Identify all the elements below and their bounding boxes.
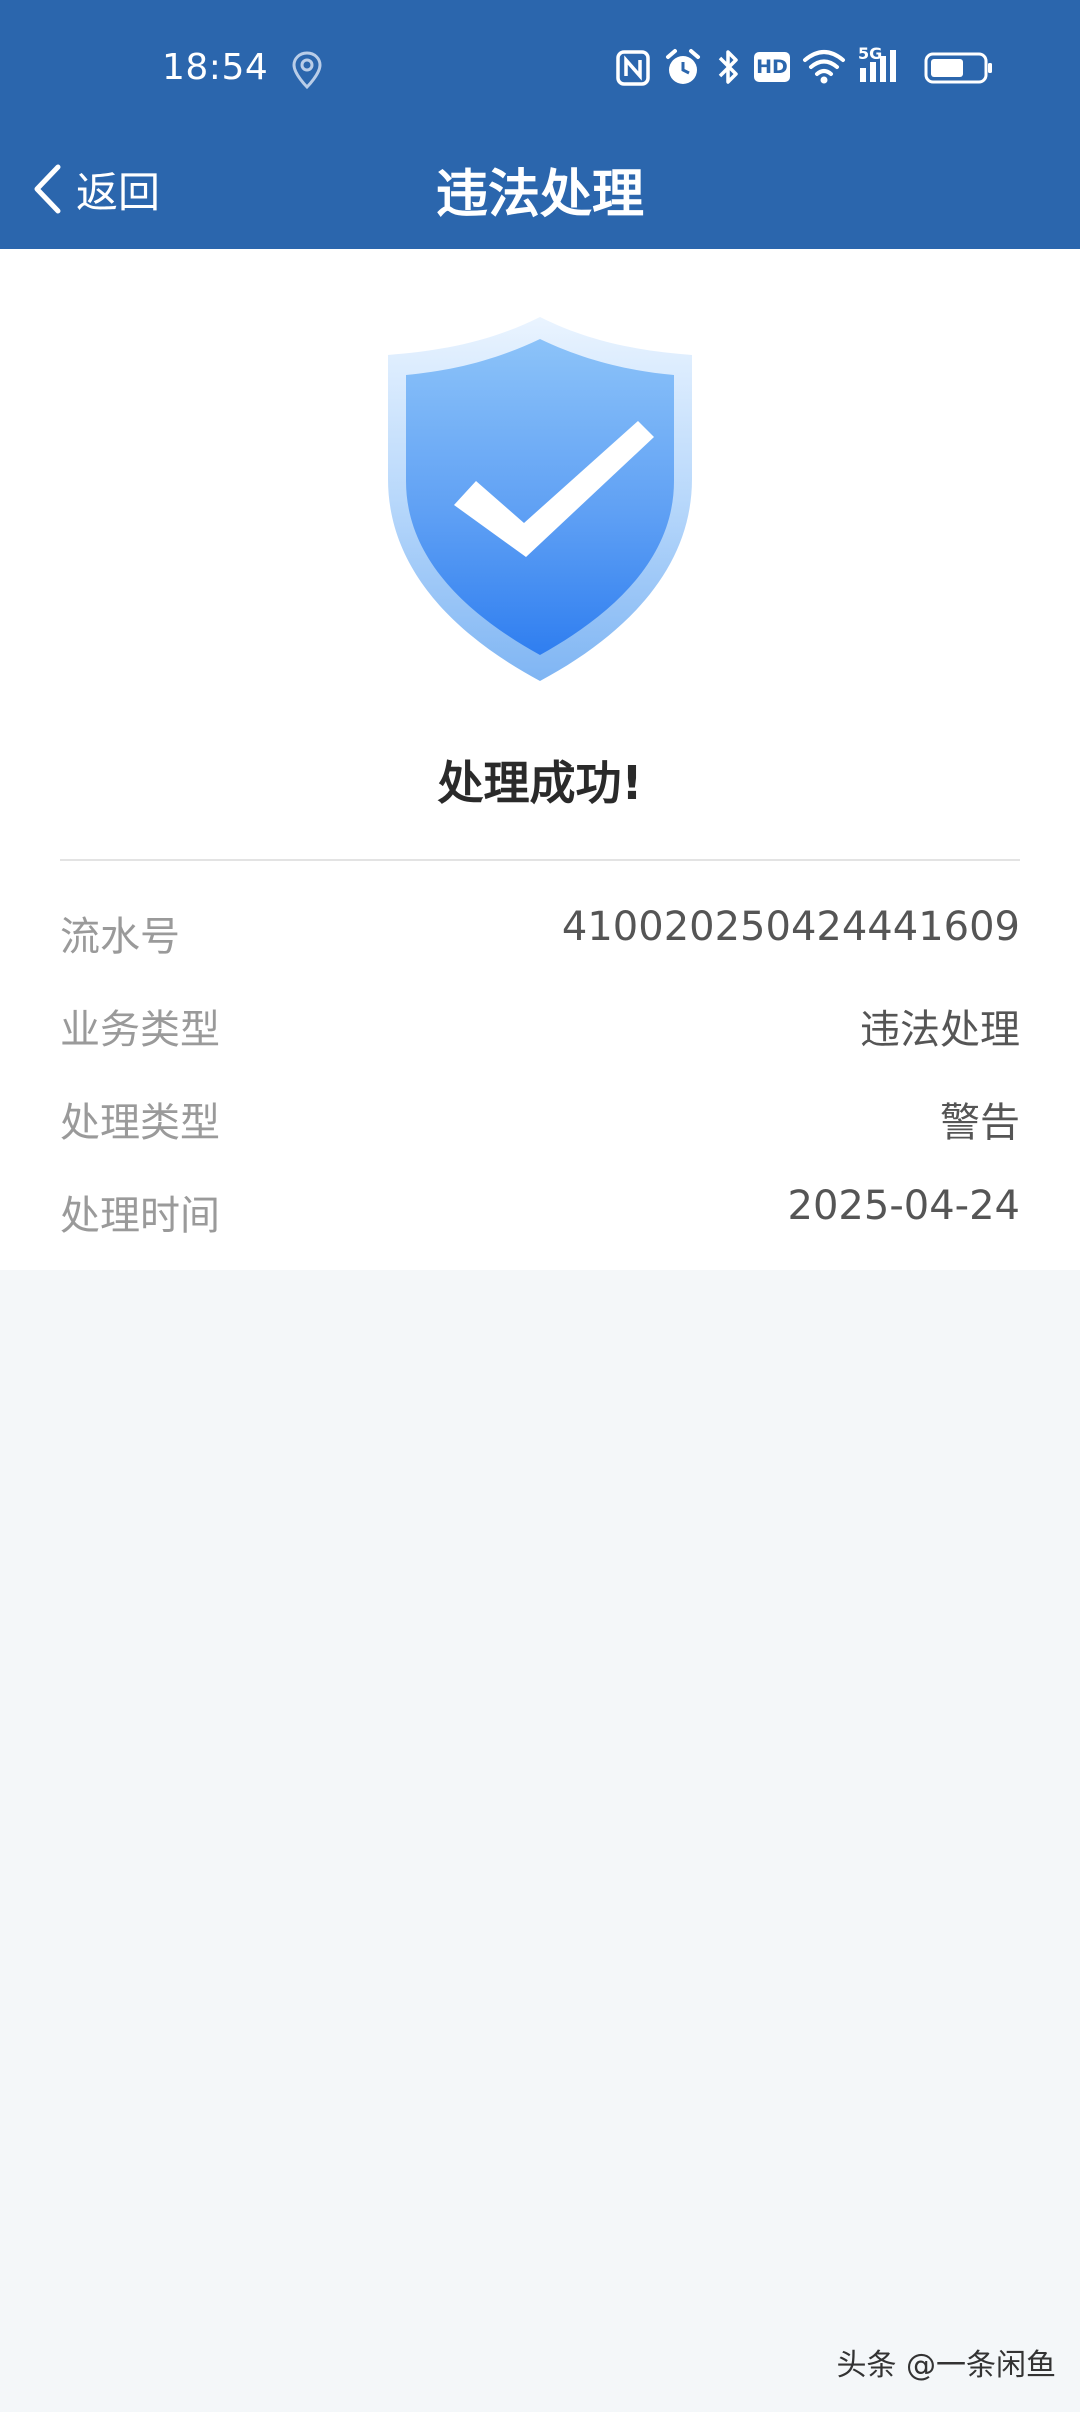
nfc-icon [616,50,650,86]
detail-label: 业务类型 [60,1007,220,1053]
nav-bar: 返回 违法处理 [0,140,1080,249]
detail-row-process-type: 处理类型 警告 [60,1090,1020,1150]
battery-icon [924,52,992,84]
signal-5g-icon: 5G [858,44,908,86]
bluetooth-icon [718,50,738,84]
detail-label: 处理类型 [60,1100,220,1146]
shield-check-icon [388,317,692,681]
result-card: 处理成功! 流水号 41002025042444160​9 业务类型 违法处理 … [0,249,1080,1270]
detail-value: 警告 [940,1100,1020,1146]
network-label: 5G [858,44,883,63]
status-icons: HD 5G [612,44,996,92]
alarm-icon [666,49,700,84]
detail-value: 41002025042444160​9 [561,904,1020,950]
hd-icon: HD [754,52,790,82]
watermark: 头条 @一条闲鱼 [836,2348,1056,2383]
status-bar: 18:54 HD 5G [0,0,1080,140]
divider [60,859,1020,861]
detail-row-process-time: 处理时间 2025-04-24 [60,1183,1020,1243]
wifi-icon [803,50,845,84]
hd-label: HD [756,56,788,78]
detail-label: 流水号 [60,914,180,960]
location-icon [292,51,322,90]
detail-value: 2025-04-24 [787,1183,1020,1229]
result-title: 处理成功! [437,756,643,810]
detail-row-business-type: 业务类型 违法处理 [60,997,1020,1057]
detail-value: 违法处理 [860,1007,1020,1053]
top-bar: 18:54 HD 5G 返回 违法处理 [0,0,1080,249]
detail-label: 处理时间 [60,1193,220,1239]
page-title: 违法处理 [435,165,644,225]
status-time: 18:54 [162,47,269,88]
detail-row-serial: 流水号 41002025042444160​9 [60,904,1020,964]
